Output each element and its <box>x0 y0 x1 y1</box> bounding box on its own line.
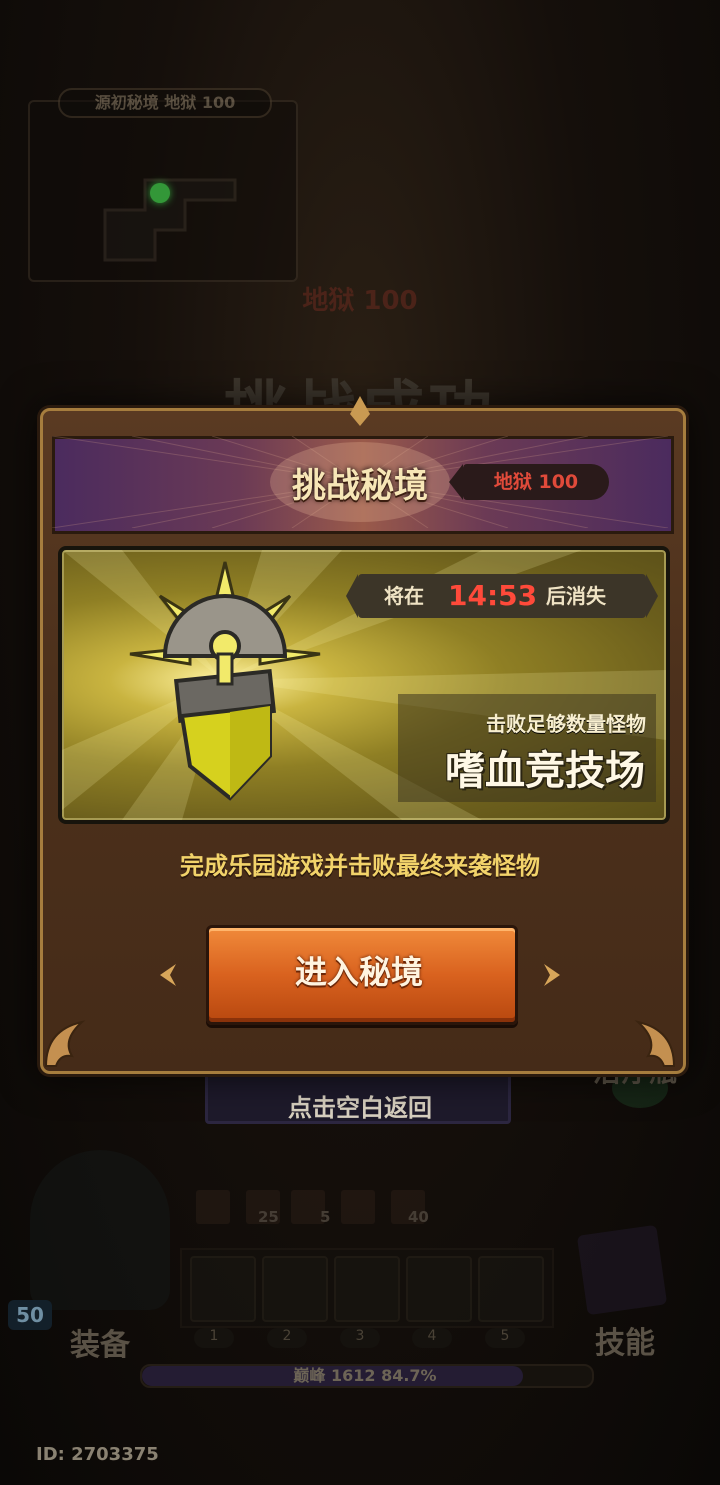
arrow-right-ornament-icon <box>544 964 560 986</box>
buff-count: 5 <box>320 1208 331 1226</box>
timer-value: 14:53 <box>448 579 538 612</box>
skill-slot-2[interactable] <box>262 1256 328 1322</box>
timer-suffix: 后消失 <box>546 584 606 608</box>
fire-buff-icon <box>196 1190 230 1224</box>
arrow-left-ornament-icon <box>160 964 176 986</box>
level-badge: 50 <box>8 1300 52 1330</box>
minimap-title: 源初秘境 地狱 100 <box>58 88 272 118</box>
timer-prefix: 将在 <box>384 584 424 608</box>
slot-number: 2 <box>267 1328 307 1348</box>
enter-realm-button-label[interactable]: 进入秘境 <box>206 925 512 1019</box>
vortex-buff-icon <box>341 1190 375 1224</box>
expiry-timer: 将在 14:53 后消失 <box>346 574 658 618</box>
slot-number: 3 <box>340 1328 380 1348</box>
skill-slot-1[interactable] <box>190 1256 256 1322</box>
enter-realm-button[interactable]: 进入秘境 <box>206 925 518 1025</box>
realm-subtitle: 击败足够数量怪物 <box>486 712 646 736</box>
skill-slot-3[interactable] <box>334 1256 400 1322</box>
minimap-path <box>103 178 237 262</box>
skill-slot-4[interactable] <box>406 1256 472 1322</box>
tap-blank-return-text[interactable]: 点击空白返回 <box>200 1088 520 1123</box>
slot-number: 4 <box>412 1328 452 1348</box>
difficulty-level-tag: 地狱 100 <box>449 464 609 500</box>
corner-ornament-icon <box>634 1020 676 1067</box>
xp-text: 巅峰 1612 84.7% <box>293 1366 437 1385</box>
slot-number: 1 <box>194 1328 234 1348</box>
buff-count: 40 <box>408 1208 429 1226</box>
skill-slot-bar <box>180 1248 554 1328</box>
skill-slot-5[interactable] <box>478 1256 544 1322</box>
skill-book-icon[interactable] <box>576 1224 668 1316</box>
slot-number: 5 <box>485 1328 525 1348</box>
corner-ornament-icon <box>44 1020 86 1067</box>
hero-portrait[interactable] <box>30 1150 170 1310</box>
buff-count: 25 <box>258 1208 279 1226</box>
realm-name: 嗜血竞技场 <box>445 748 645 794</box>
background-level-text: 地狱 100 <box>302 286 418 316</box>
player-id: ID: 2703375 <box>36 1444 159 1465</box>
skill-button[interactable]: 技能 <box>585 1318 665 1362</box>
realm-objective: 完成乐园游戏并击败最终来袭怪物 <box>180 852 540 880</box>
equipment-button[interactable]: 装备 <box>60 1320 140 1364</box>
arena-trophy-icon <box>129 561 321 801</box>
buff-row: 25 5 40 <box>196 1190 446 1230</box>
player-marker-icon <box>150 183 170 203</box>
modal-title: 挑战秘境 <box>292 466 428 506</box>
